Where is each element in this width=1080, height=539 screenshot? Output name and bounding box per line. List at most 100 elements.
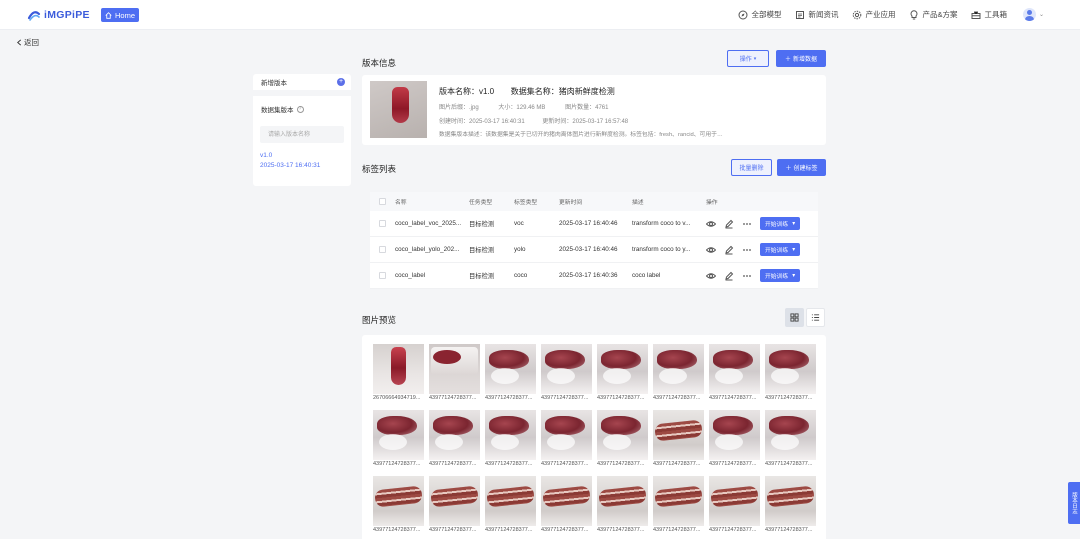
image-thumbnail[interactable]: 43977124728377...: [709, 476, 760, 533]
image-thumbnail[interactable]: 43977124728377...: [429, 344, 480, 401]
row-checkbox[interactable]: [379, 272, 386, 279]
more-icon[interactable]: [742, 245, 752, 255]
version-name: v1.0: [260, 152, 273, 159]
logo-text: iMGPiPE: [44, 9, 90, 21]
eye-icon[interactable]: [706, 245, 716, 255]
image-filename: 43977124728377...: [765, 527, 813, 533]
version-item[interactable]: v1.0 2025-03-17 16:40:31: [253, 143, 351, 171]
caret-down-icon: ▾: [792, 246, 796, 253]
eye-icon[interactable]: [706, 271, 716, 281]
image-thumbnail[interactable]: 43977124728377...: [485, 476, 536, 533]
label-table: 名称 任务类型 标签类型 更新时间 描述 操作 coco_label_voc_2…: [370, 192, 818, 289]
version-meta-line: 图片后缀：.jpg 大小：129.46 MB 图片数量：4761: [439, 102, 608, 111]
label-description: transform coco to y...: [632, 246, 691, 253]
start-training-button[interactable]: 开始训练 ▾: [760, 217, 801, 230]
caret-down-icon: ▾: [792, 220, 796, 227]
image-thumbnail[interactable]: 43977124728377...: [765, 476, 816, 533]
image-thumbnail[interactable]: 43977124728377...: [653, 476, 704, 533]
nav-item-models[interactable]: 全部模型: [738, 9, 781, 20]
batch-delete-button[interactable]: 批量删除: [731, 159, 772, 176]
chevron-down-icon: ▾: [753, 55, 757, 62]
preview-image: [653, 476, 704, 526]
create-label-button[interactable]: ＋ 创建标签: [777, 159, 826, 176]
row-select-cell: [370, 220, 395, 227]
image-filename: 43977124728377...: [653, 461, 701, 467]
image-thumbnail[interactable]: 43977124728377...: [429, 476, 480, 533]
logo[interactable]: iMGPiPE: [27, 8, 90, 22]
new-version-label: 新增版本: [261, 80, 287, 87]
version-search-input[interactable]: [260, 126, 344, 143]
new-version-button[interactable]: 新增版本 +: [253, 74, 351, 96]
image-thumbnail[interactable]: 43977124728377...: [597, 476, 648, 533]
eye-icon[interactable]: [706, 219, 716, 229]
caret-down-icon: ▾: [792, 272, 796, 279]
created-label: 创建时间：: [439, 119, 470, 125]
image-thumbnail[interactable]: 43977124728377...: [485, 344, 536, 401]
row-checkbox[interactable]: [379, 220, 386, 227]
image-thumbnail[interactable]: 43977124728377...: [373, 476, 424, 533]
nav-item-products[interactable]: 产品&方案: [909, 9, 957, 20]
start-training-label: 开始训练: [765, 274, 789, 280]
more-icon[interactable]: [742, 219, 752, 229]
grid-icon: [790, 313, 799, 322]
image-thumbnail[interactable]: 43977124728377...: [653, 344, 704, 401]
edit-icon[interactable]: [724, 271, 734, 281]
image-thumbnail[interactable]: 43977124728377...: [597, 344, 648, 401]
preview-image: [765, 410, 816, 460]
label-list-title: 标签列表: [362, 164, 397, 174]
home-button[interactable]: Home: [101, 8, 140, 22]
select-all-checkbox[interactable]: [379, 198, 386, 205]
image-thumbnail[interactable]: 43977124728377...: [373, 410, 424, 467]
row-checkbox[interactable]: [379, 246, 386, 253]
image-thumbnail[interactable]: 26706664934719...: [373, 344, 424, 401]
column-header: 名称: [395, 200, 407, 206]
add-data-button[interactable]: ＋ 新增数据: [776, 50, 826, 67]
image-thumbnail[interactable]: 43977124728377...: [765, 410, 816, 467]
image-thumbnail[interactable]: 43977124728377...: [709, 344, 760, 401]
image-filename: 43977124728377...: [485, 461, 533, 467]
start-training-button[interactable]: 开始训练 ▾: [760, 243, 801, 256]
image-thumbnail[interactable]: 43977124728377...: [429, 410, 480, 467]
avatar[interactable]: [1022, 8, 1036, 21]
image-thumbnail[interactable]: 43977124728377...: [709, 410, 760, 467]
version-info-title: 版本信息: [362, 58, 397, 68]
task-type: 目标检测: [469, 247, 495, 254]
image-filename: 43977124728377...: [597, 461, 645, 467]
image-thumbnail[interactable]: 43977124728377...: [765, 344, 816, 401]
list-view-button[interactable]: [806, 308, 825, 327]
image-filename: 43977124728377...: [485, 527, 533, 533]
preview-image: [485, 476, 536, 526]
image-thumbnail[interactable]: 43977124728377...: [485, 410, 536, 467]
image-filename: 43977124728377...: [709, 527, 757, 533]
dataset-name-value: 猪肉新鲜度检测: [558, 87, 615, 96]
image-thumbnail[interactable]: 43977124728377...: [541, 476, 592, 533]
image-filename: 43977124728377...: [429, 461, 477, 467]
nav-item-toolbox[interactable]: 工具箱: [971, 9, 1007, 20]
start-training-button[interactable]: 开始训练 ▾: [760, 269, 801, 282]
more-icon[interactable]: [742, 271, 752, 281]
nav-item-news[interactable]: 新闻资讯: [795, 9, 838, 20]
dataset-version-heading: 数据集版本 ?: [253, 96, 351, 114]
image-thumbnail[interactable]: 43977124728377...: [541, 344, 592, 401]
operate-button[interactable]: 操作 ▾: [727, 50, 769, 67]
nav-item-label: 产业应用: [865, 10, 896, 19]
version-time-line: 创建时间：2025-03-17 16:40:31 更新时间：2025-03-17…: [439, 116, 628, 125]
grid-view-button[interactable]: [785, 308, 804, 327]
edit-icon[interactable]: [724, 245, 734, 255]
edit-icon[interactable]: [724, 219, 734, 229]
image-thumbnail[interactable]: 43977124728377...: [653, 410, 704, 467]
back-link[interactable]: 返回: [16, 37, 39, 48]
preview-image: [429, 476, 480, 526]
nav-item-label: 产品&方案: [922, 10, 958, 19]
version-title-line: 版本名称：v1.0 数据集名称：猪肉新鲜度检测: [439, 86, 615, 97]
nav-item-industry[interactable]: 产业应用: [852, 9, 895, 20]
image-thumbnail[interactable]: 43977124728377...: [597, 410, 648, 467]
image-thumbnail[interactable]: 43977124728377...: [541, 410, 592, 467]
version-log-tab[interactable]: 版本日志: [1068, 482, 1080, 524]
plus-circle-icon[interactable]: +: [337, 78, 345, 86]
image-filename: 43977124728377...: [597, 527, 645, 533]
help-icon[interactable]: ?: [296, 105, 304, 113]
image-filename: 43977124728377...: [373, 527, 421, 533]
chevron-down-icon[interactable]: ⌄: [1039, 11, 1044, 18]
preview-image: [485, 410, 536, 460]
